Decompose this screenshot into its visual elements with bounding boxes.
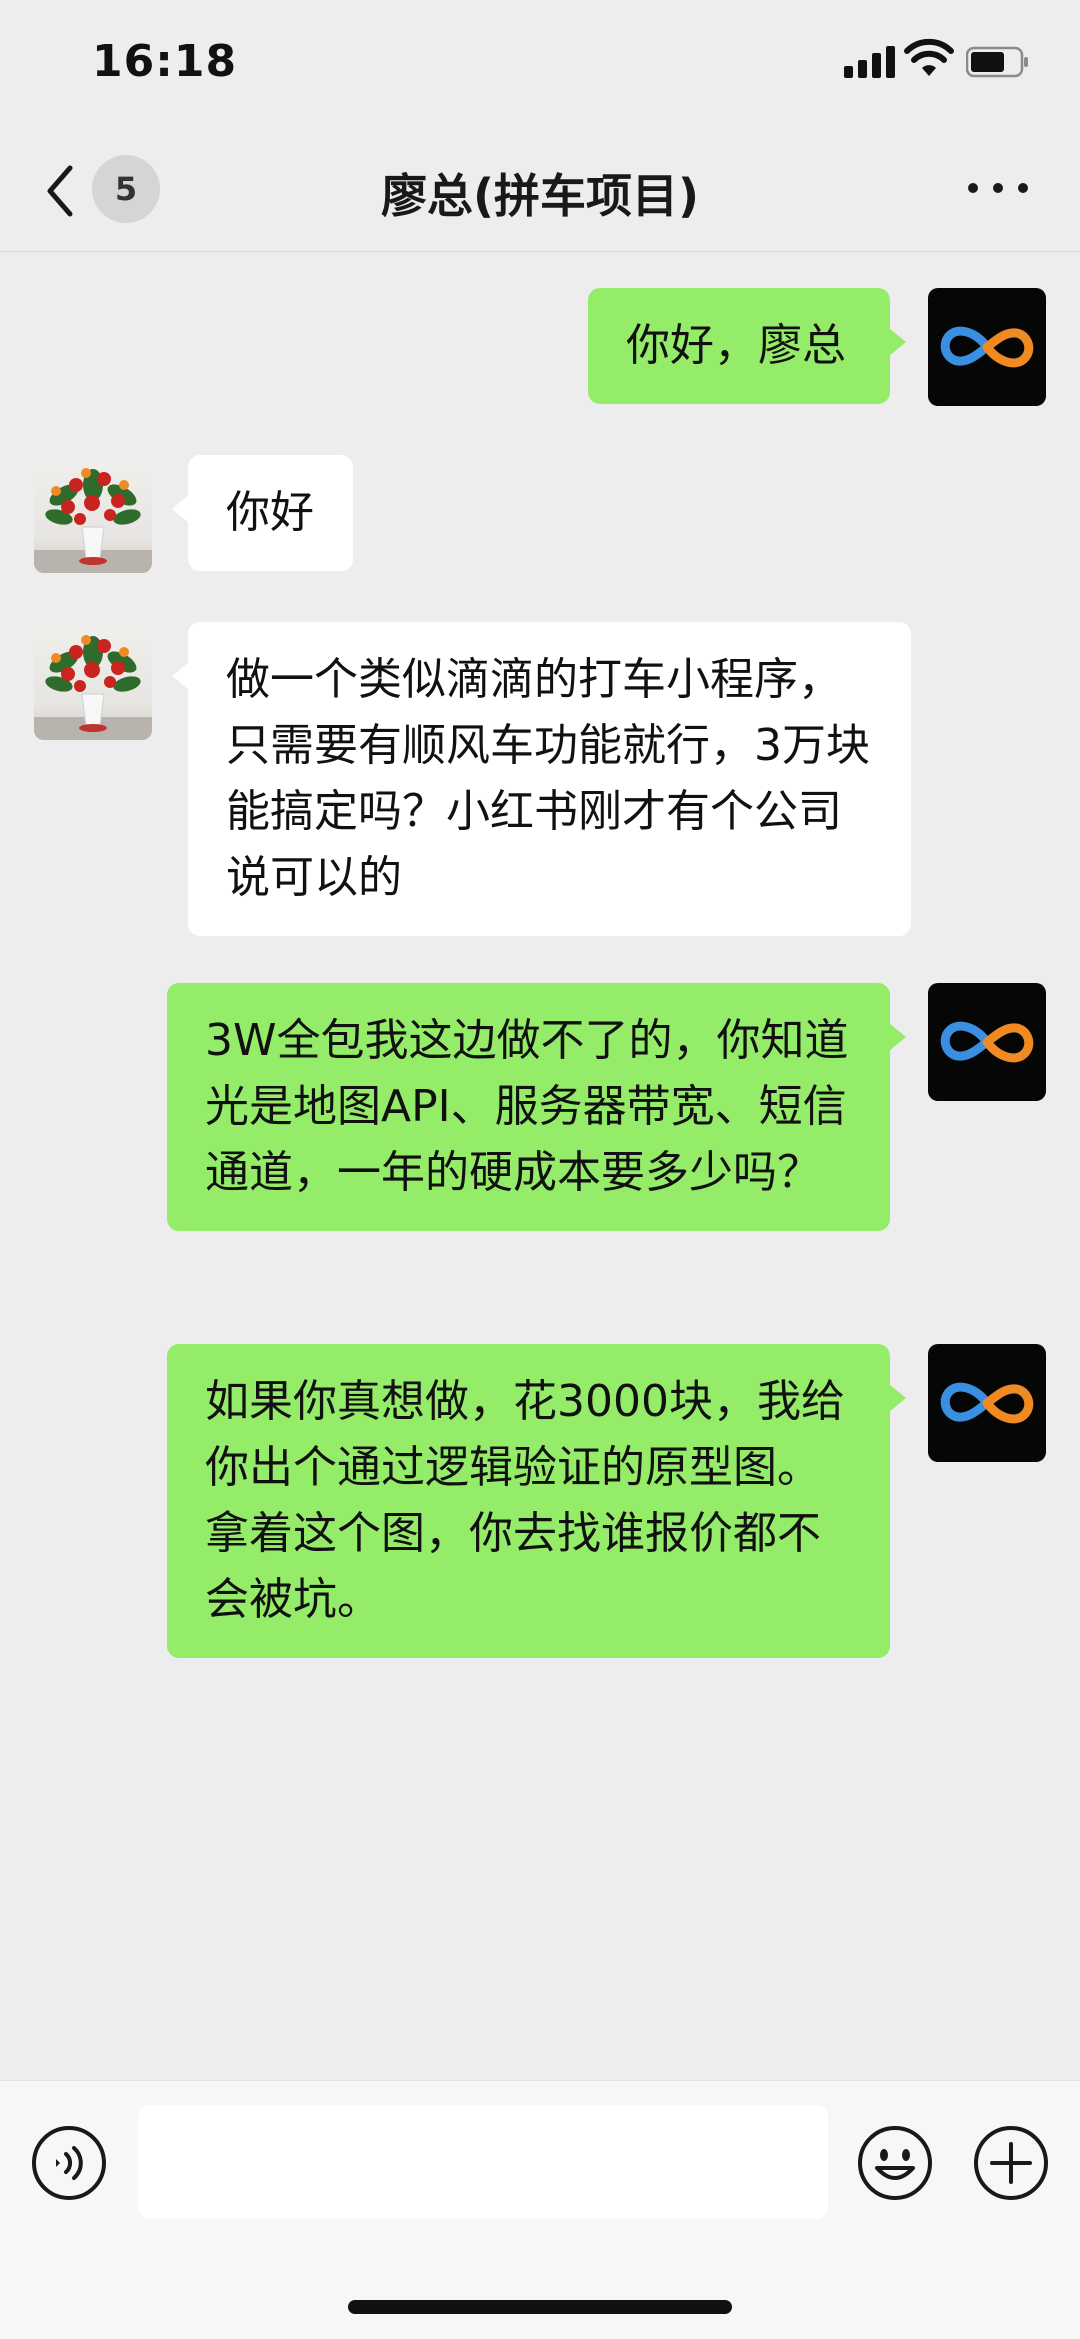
flower-vase-icon <box>34 635 152 740</box>
infinity-logo-icon <box>940 326 1034 368</box>
contact-avatar[interactable] <box>34 455 152 573</box>
message-bubble-outgoing[interactable]: 如果你真想做，花3000块，我给你出个通过逻辑验证的原型图。拿着这个图，你去找谁… <box>167 1344 906 1658</box>
self-avatar[interactable] <box>928 1344 1046 1462</box>
chat-header: 5 廖总(拼车项目) <box>0 130 1080 252</box>
message-bubble-incoming[interactable]: 你好 <box>172 455 353 571</box>
infinity-logo-icon <box>940 1021 1034 1063</box>
voice-icon[interactable] <box>30 2124 108 2202</box>
more-icon[interactable] <box>968 168 1028 208</box>
contact-avatar[interactable] <box>34 622 152 740</box>
plus-icon[interactable] <box>972 2124 1050 2202</box>
message-bubble-outgoing[interactable]: 3W全包我这边做不了的，你知道光是地图API、服务器带宽、短信通道，一年的硬成本… <box>167 983 906 1231</box>
chat-title: 廖总(拼车项目) <box>380 169 700 223</box>
cellular-signal-icon <box>844 44 896 78</box>
home-indicator[interactable] <box>348 2300 732 2314</box>
message-bubble-incoming[interactable]: 做一个类似滴滴的打车小程序，只需要有顺风车功能就行，3万块能搞定吗？小红书刚才有… <box>172 622 911 936</box>
flower-vase-icon <box>34 468 152 573</box>
message-input[interactable] <box>138 2105 828 2219</box>
status-time: 16:18 <box>92 36 238 87</box>
self-avatar[interactable] <box>928 983 1046 1101</box>
status-bar: 16:18 <box>0 0 1080 130</box>
infinity-logo-icon <box>940 1382 1034 1424</box>
battery-icon <box>966 46 1028 78</box>
emoji-icon[interactable] <box>856 2124 934 2202</box>
message-bubble-outgoing[interactable]: 你好，廖总 <box>588 288 906 404</box>
wifi-icon <box>904 38 954 76</box>
self-avatar[interactable] <box>928 288 1046 406</box>
